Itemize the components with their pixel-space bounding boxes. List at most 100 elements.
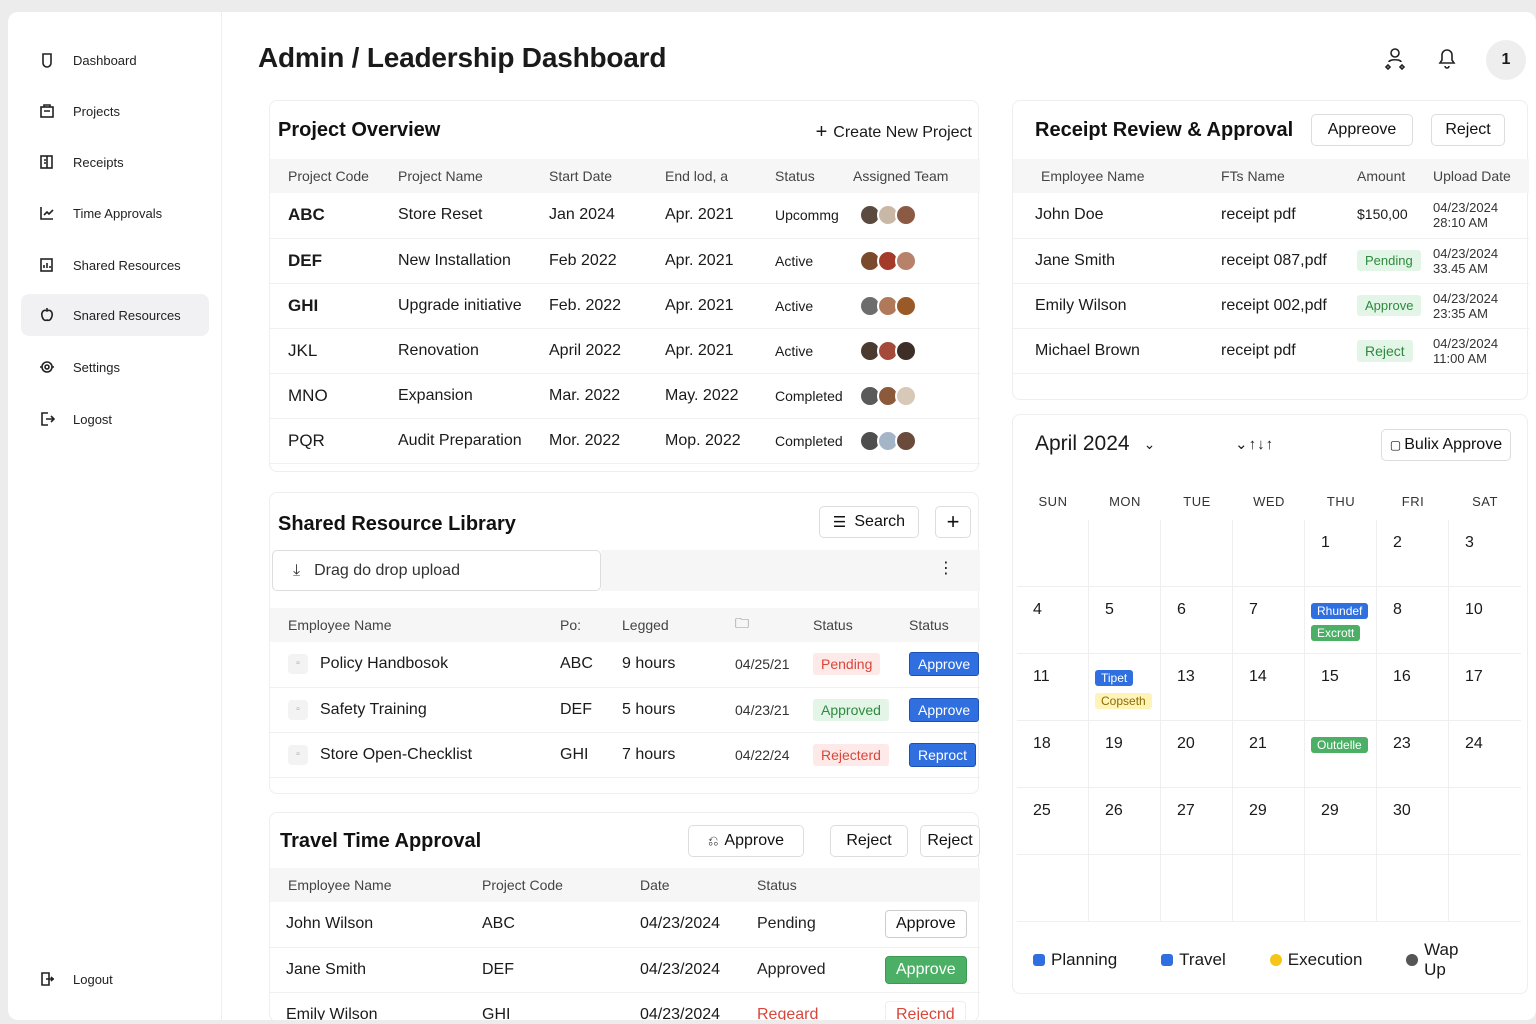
table-row[interactable]: John Doe receipt pdf $150,00 04/23/2024 2… [1013, 193, 1529, 239]
column-header[interactable]: Employee Name [1013, 159, 1221, 193]
table-row[interactable]: Jane Smith DEF 04/23/2024 Approved Appro… [270, 947, 980, 993]
row-action-button[interactable]: Approve [885, 955, 967, 984]
column-header[interactable]: Employee Name [270, 608, 560, 642]
receipt-reject-button[interactable]: Reject [1431, 114, 1505, 146]
calendar-day[interactable]: 27 [1161, 788, 1233, 855]
calendar-event[interactable]: Tipet [1095, 670, 1134, 686]
table-row[interactable]: ABC Store Reset Jan 2024 Apr. 2021 Upcom… [270, 193, 980, 239]
calendar-day[interactable]: 24 [1449, 721, 1521, 788]
assigned-team[interactable] [853, 328, 980, 374]
table-row[interactable]: PQR Audit Preparation Mor. 2022 Mop. 202… [270, 418, 980, 464]
calendar-event[interactable]: Rhundef [1311, 603, 1369, 619]
sidebar-item-snared-resources[interactable]: Snared Resources [21, 294, 209, 336]
table-row[interactable]: John Wilson ABC 04/23/2024 Pending Appro… [270, 902, 980, 948]
sparkle-user-icon[interactable] [1382, 45, 1408, 76]
column-header[interactable]: Status [813, 608, 909, 642]
calendar-day[interactable]: 15 [1305, 654, 1377, 721]
sidebar-item-receipts[interactable]: Receipts [21, 141, 209, 183]
column-header[interactable]: Status [909, 608, 980, 642]
assigned-team[interactable] [853, 418, 980, 464]
table-row[interactable]: Emily Wilson receipt 002,pdf Approve 04/… [1013, 283, 1529, 329]
assigned-team[interactable] [853, 283, 980, 329]
column-header[interactable]: Project Name [398, 159, 549, 193]
calendar-day[interactable]: 21 [1233, 721, 1305, 788]
legend-travel[interactable]: Travel [1161, 940, 1226, 980]
calendar-day[interactable] [1377, 855, 1449, 922]
calendar-event[interactable]: Outdelle [1311, 737, 1368, 753]
travel-reject-button-2[interactable]: Reject [920, 825, 980, 857]
table-row[interactable]: ▫ Safety Training DEF 5 hours 04/23/21 Ap… [270, 687, 980, 733]
assigned-team[interactable] [853, 373, 980, 419]
add-resource-button[interactable]: + [935, 506, 971, 538]
legend-planning[interactable]: Planning [1033, 940, 1117, 980]
calendar-day[interactable]: 23 [1377, 721, 1449, 788]
column-header[interactable]: Assigned Team [853, 159, 980, 193]
user-badge[interactable]: 1 [1486, 40, 1526, 80]
table-row[interactable]: Emily Wilson GHI 04/23/2024 Reqeard Reje… [270, 992, 980, 1020]
column-header[interactable]: Employee Name [270, 868, 482, 902]
calendar-day[interactable] [1017, 520, 1089, 587]
table-row[interactable]: MNO Expansion Mar. 2022 May. 2022 Comple… [270, 373, 980, 419]
table-row[interactable]: ▫ Store Open-Checklist GHI 7 hours 04/22/… [270, 732, 980, 778]
calendar-day[interactable] [1089, 855, 1161, 922]
calendar-day[interactable]: 13 [1161, 654, 1233, 721]
receipt-status-badge[interactable]: Pending [1357, 250, 1421, 271]
calendar-day[interactable] [1305, 855, 1377, 922]
calendar-day[interactable]: Tipet Copseth [1089, 654, 1161, 721]
table-row[interactable]: Jane Smith receipt 087,pdf Pending 04/23… [1013, 238, 1529, 284]
month-selector[interactable]: April 2024 ⌄ [1035, 432, 1155, 456]
calendar-day[interactable]: 6 [1161, 587, 1233, 654]
calendar-day[interactable]: 17 [1449, 654, 1521, 721]
receipt-approve-button[interactable]: Appreove [1311, 114, 1413, 146]
sort-arrows-icon[interactable]: ⌄↑↓↑ [1235, 435, 1274, 453]
bell-icon[interactable] [1434, 45, 1460, 76]
travel-approve-button[interactable]: ⎌ Approve [688, 825, 804, 857]
calendar-day[interactable]: 26 [1089, 788, 1161, 855]
calendar-day[interactable]: 16 [1377, 654, 1449, 721]
column-header[interactable]: End lod, a [665, 159, 775, 193]
column-header[interactable]: FTs Name [1221, 159, 1357, 193]
calendar-day[interactable]: 5 [1089, 587, 1161, 654]
legend-wrap-up[interactable]: Wap Up [1406, 940, 1483, 980]
calendar-day[interactable] [1449, 855, 1521, 922]
calendar-day[interactable] [1161, 520, 1233, 587]
calendar-day[interactable]: 29 [1233, 788, 1305, 855]
calendar-day[interactable]: 11 [1017, 654, 1089, 721]
calendar-day[interactable]: 25 [1017, 788, 1089, 855]
calendar-event[interactable]: Copseth [1095, 693, 1152, 709]
column-header[interactable]: Start Date [549, 159, 665, 193]
column-header[interactable]: Status [775, 159, 853, 193]
table-row[interactable]: GHI Upgrade initiative Feb. 2022 Apr. 20… [270, 283, 980, 329]
calendar-day[interactable]: 1 [1305, 520, 1377, 587]
column-header[interactable]: Date [640, 868, 757, 902]
calendar-day[interactable]: 4 [1017, 587, 1089, 654]
calendar-day[interactable] [1233, 855, 1305, 922]
calendar-day[interactable]: 18 [1017, 721, 1089, 788]
calendar-day[interactable] [1017, 855, 1089, 922]
approve-button[interactable]: Approve [909, 697, 980, 722]
sidebar-item-projects[interactable]: Projects [21, 90, 209, 132]
legend-execution[interactable]: Execution [1269, 940, 1362, 980]
calendar-day[interactable]: 14 [1233, 654, 1305, 721]
column-header[interactable]: Upload Date [1433, 159, 1529, 193]
column-header[interactable]: Project Code [482, 868, 640, 902]
calendar-day[interactable]: 29 [1305, 788, 1377, 855]
search-button[interactable]: ☰ Search [819, 506, 919, 538]
create-project-button[interactable]: + Create New Project [816, 121, 972, 144]
calendar-day[interactable] [1233, 520, 1305, 587]
column-header[interactable]: Amount [1357, 159, 1433, 193]
sidebar-item-time-approvals[interactable]: Time Approvals [21, 192, 209, 234]
sidebar-item-shared-resources[interactable]: Shared Resources [21, 244, 209, 286]
table-row[interactable]: Michael Brown receipt pdf Reject 04/23/2… [1013, 328, 1529, 374]
approve-button[interactable]: Approve [909, 652, 980, 677]
calendar-day[interactable]: 30 [1377, 788, 1449, 855]
upload-dropzone[interactable]: ⤓ Drag do drop upload [272, 550, 601, 591]
bulk-approve-button[interactable]: ▢ Bulix Approve [1381, 429, 1511, 461]
row-action-button[interactable]: Rejecnd [885, 1000, 966, 1020]
more-options-icon[interactable]: ⋮ [601, 550, 980, 591]
assigned-team[interactable] [853, 238, 980, 284]
sidebar-item-logost[interactable]: Logost [21, 398, 209, 440]
column-header[interactable]: Legged [622, 608, 735, 642]
calendar-event[interactable]: Excrott [1311, 625, 1361, 641]
assigned-team[interactable] [853, 193, 980, 239]
